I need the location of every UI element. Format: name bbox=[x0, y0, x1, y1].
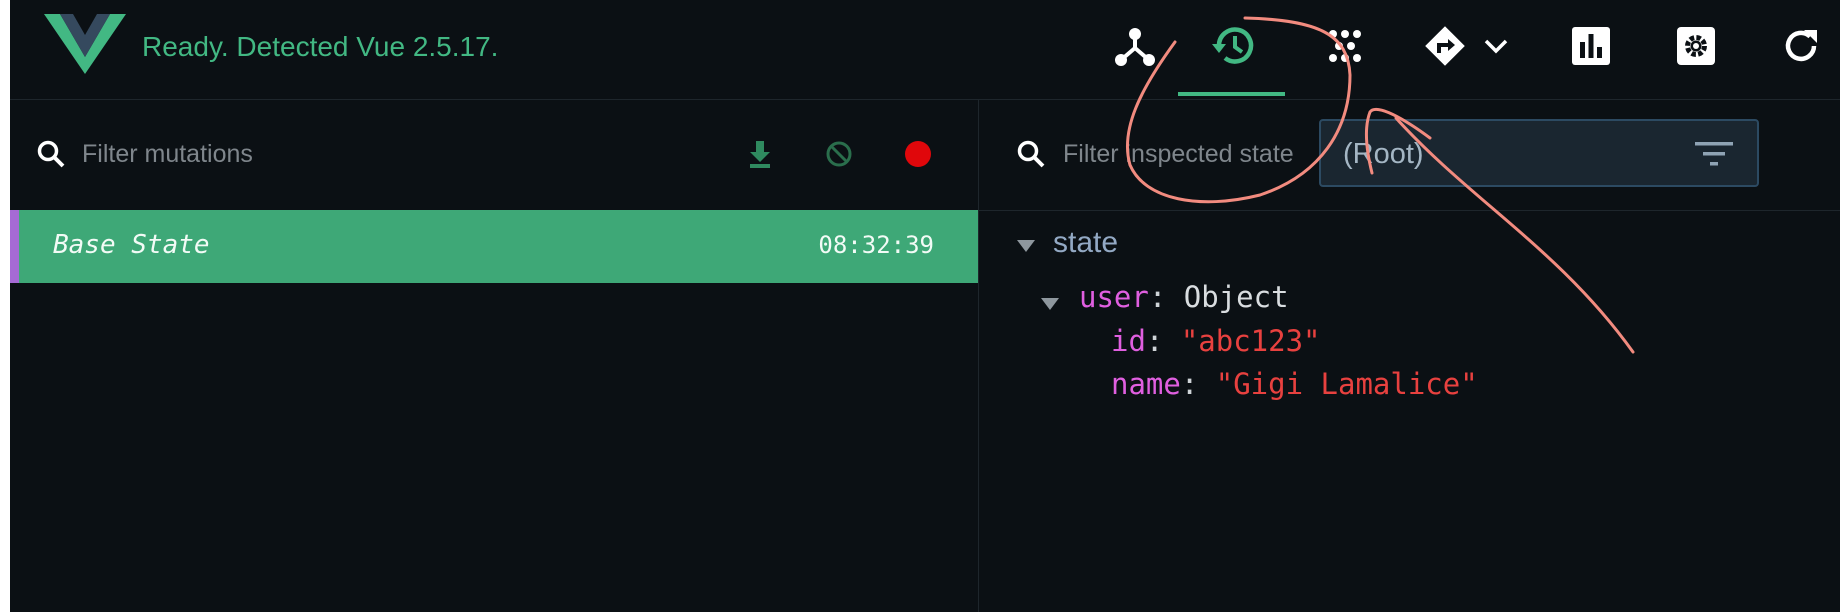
bar-chart-icon bbox=[1572, 27, 1610, 65]
filter-mutations-input[interactable] bbox=[82, 134, 642, 174]
module-select-value: (Root) bbox=[1343, 138, 1424, 170]
download-icon bbox=[750, 141, 770, 168]
gear-icon bbox=[1677, 27, 1715, 65]
vue-devtools-app: Ready. Detected Vue 2.5.17. Filter mutat… bbox=[10, 0, 1840, 612]
expand-user-icon[interactable] bbox=[1041, 298, 1059, 310]
routing-icon bbox=[1425, 26, 1465, 66]
field-value: "abc123" bbox=[1180, 324, 1321, 358]
mutation-row[interactable]: Base State 08:32:39 bbox=[10, 210, 978, 283]
id-row[interactable]: id: "abc123" bbox=[1111, 324, 1321, 358]
filter-state-input[interactable] bbox=[1063, 134, 1313, 174]
record-icon bbox=[905, 141, 931, 167]
state-inspector-pane: (Root) state user: Object id: "abc123" n… bbox=[979, 100, 1840, 612]
history-icon bbox=[1212, 27, 1254, 64]
routing-tab[interactable] bbox=[1422, 16, 1522, 76]
components-tab[interactable] bbox=[1100, 16, 1170, 76]
filter-list-icon bbox=[1695, 142, 1733, 166]
record-button[interactable] bbox=[900, 136, 936, 172]
user-row[interactable]: user: Object bbox=[1079, 280, 1289, 314]
top-bar: Ready. Detected Vue 2.5.17. bbox=[10, 0, 1840, 100]
state-tree: state user: Object id: "abc123" name: "G… bbox=[979, 210, 1840, 612]
expand-state-icon[interactable] bbox=[1017, 240, 1035, 252]
mutations-pane: Base State 08:32:39 bbox=[10, 100, 979, 612]
mutations-toolbar bbox=[10, 100, 978, 211]
state-section-label: state bbox=[1053, 226, 1119, 259]
vue-logo bbox=[44, 14, 126, 79]
search-icon bbox=[37, 140, 65, 168]
chevron-down-icon bbox=[1484, 39, 1508, 54]
field-key: name bbox=[1111, 367, 1181, 401]
refresh-icon bbox=[1785, 30, 1817, 62]
refresh-button[interactable] bbox=[1766, 16, 1836, 76]
name-row[interactable]: name: "Gigi Lamalice" bbox=[1111, 367, 1478, 401]
export-button[interactable] bbox=[742, 136, 778, 172]
user-type: Object bbox=[1183, 280, 1289, 314]
inspector-toolbar: (Root) bbox=[979, 100, 1840, 211]
mutation-time: 08:32:39 bbox=[818, 231, 934, 259]
active-tab-indicator bbox=[1178, 92, 1285, 96]
selection-marker bbox=[10, 210, 19, 283]
events-icon bbox=[1329, 30, 1361, 62]
components-tree-icon bbox=[1115, 28, 1155, 66]
settings-tab[interactable] bbox=[1661, 16, 1731, 76]
clear-icon bbox=[826, 141, 852, 167]
user-key: user bbox=[1079, 280, 1149, 314]
field-value: "Gigi Lamalice" bbox=[1215, 367, 1478, 401]
vuex-tab[interactable] bbox=[1198, 16, 1268, 76]
field-key: id bbox=[1111, 324, 1146, 358]
mutation-name: Base State bbox=[53, 230, 210, 260]
performance-tab[interactable] bbox=[1556, 16, 1626, 76]
module-select[interactable]: (Root) bbox=[1319, 119, 1759, 187]
clear-button[interactable] bbox=[821, 136, 857, 172]
detection-status: Ready. Detected Vue 2.5.17. bbox=[142, 31, 499, 62]
events-tab[interactable] bbox=[1310, 16, 1380, 76]
search-icon bbox=[1017, 140, 1045, 168]
